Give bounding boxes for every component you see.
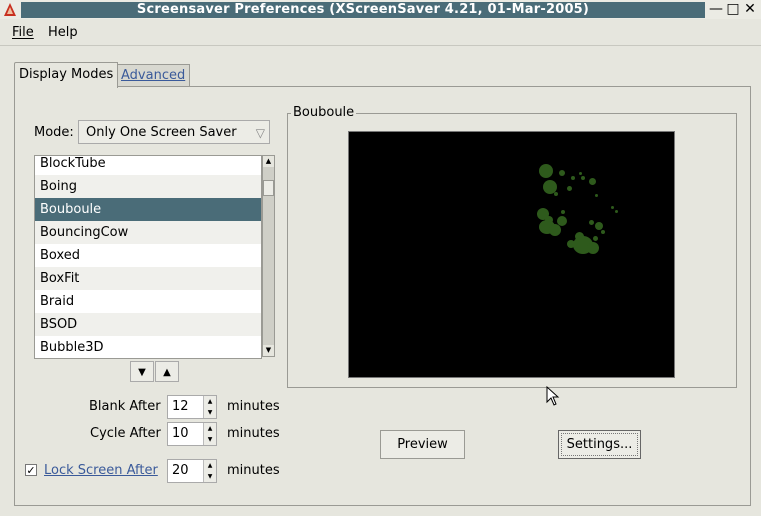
menu-help[interactable]: Help	[48, 25, 78, 40]
screensaver-list[interactable]: BlockTube Boing Bouboule BouncingCow Box…	[34, 155, 262, 359]
cycle-after-unit: minutes	[227, 426, 280, 441]
mode-label: Mode:	[34, 125, 74, 140]
lock-screen-label[interactable]: Lock Screen After	[44, 463, 158, 478]
list-item[interactable]: BoxFit	[35, 267, 261, 290]
mouse-cursor-icon	[546, 386, 560, 406]
list-item[interactable]: Boxed	[35, 244, 261, 267]
maximize-icon[interactable]: □	[725, 1, 741, 17]
app-icon	[4, 3, 16, 16]
spin-up-icon[interactable]: ▲	[203, 396, 216, 407]
lock-after-spinner[interactable]: 20 ▲ ▼	[167, 459, 217, 483]
mode-select[interactable]: Only One Screen Saver ▽	[78, 120, 270, 144]
scroll-up-icon[interactable]: ▲	[263, 156, 274, 167]
spin-down-icon[interactable]: ▼	[203, 434, 216, 445]
lock-screen-checkbox[interactable]: ✓	[25, 464, 37, 477]
scroll-thumb[interactable]	[263, 180, 274, 196]
spin-down-icon[interactable]: ▼	[203, 407, 216, 418]
cycle-after-spinner[interactable]: 10 ▲ ▼	[167, 422, 217, 446]
previous-screensaver-button[interactable]: ▲	[155, 361, 179, 382]
list-scrollbar[interactable]: ▲ ▼	[262, 155, 275, 357]
next-screensaver-button[interactable]: ▼	[130, 361, 154, 382]
list-item[interactable]: Bubble3D	[35, 336, 261, 358]
preview-button[interactable]: Preview	[380, 430, 465, 459]
tab-advanced[interactable]: Advanced	[116, 64, 191, 87]
cycle-after-label: Cycle After	[90, 426, 161, 441]
preview-title: Bouboule	[291, 105, 357, 120]
blank-after-value[interactable]: 12	[172, 399, 189, 414]
spin-up-icon[interactable]: ▲	[203, 460, 216, 471]
lock-after-value[interactable]: 20	[172, 463, 189, 478]
tab-display-modes[interactable]: Display Modes	[14, 62, 119, 88]
chevron-down-icon: ▽	[255, 126, 265, 140]
blank-after-label: Blank After	[89, 399, 161, 414]
list-item-selected[interactable]: Bouboule	[35, 198, 261, 221]
cycle-after-value[interactable]: 10	[172, 426, 189, 441]
preview-area	[348, 131, 675, 378]
lock-after-unit: minutes	[227, 463, 280, 478]
list-item[interactable]: BSOD	[35, 313, 261, 336]
menu-bar	[0, 20, 761, 46]
menu-file[interactable]: File	[12, 25, 34, 40]
list-item[interactable]: Braid	[35, 290, 261, 313]
window-title: Screensaver Preferences (XScreenSaver 4.…	[21, 2, 705, 18]
minimize-icon[interactable]: —	[708, 1, 724, 17]
close-icon[interactable]: ✕	[742, 1, 758, 17]
blank-after-unit: minutes	[227, 399, 280, 414]
list-item[interactable]: BlockTube	[35, 156, 261, 175]
blank-after-spinner[interactable]: 12 ▲ ▼	[167, 395, 217, 419]
spin-down-icon[interactable]: ▼	[203, 471, 216, 482]
settings-button[interactable]: Settings...	[558, 430, 641, 459]
list-item[interactable]: Boing	[35, 175, 261, 198]
scroll-down-icon[interactable]: ▼	[263, 345, 274, 356]
list-item[interactable]: BouncingCow	[35, 221, 261, 244]
mode-value: Only One Screen Saver	[86, 125, 237, 140]
spin-up-icon[interactable]: ▲	[203, 423, 216, 434]
